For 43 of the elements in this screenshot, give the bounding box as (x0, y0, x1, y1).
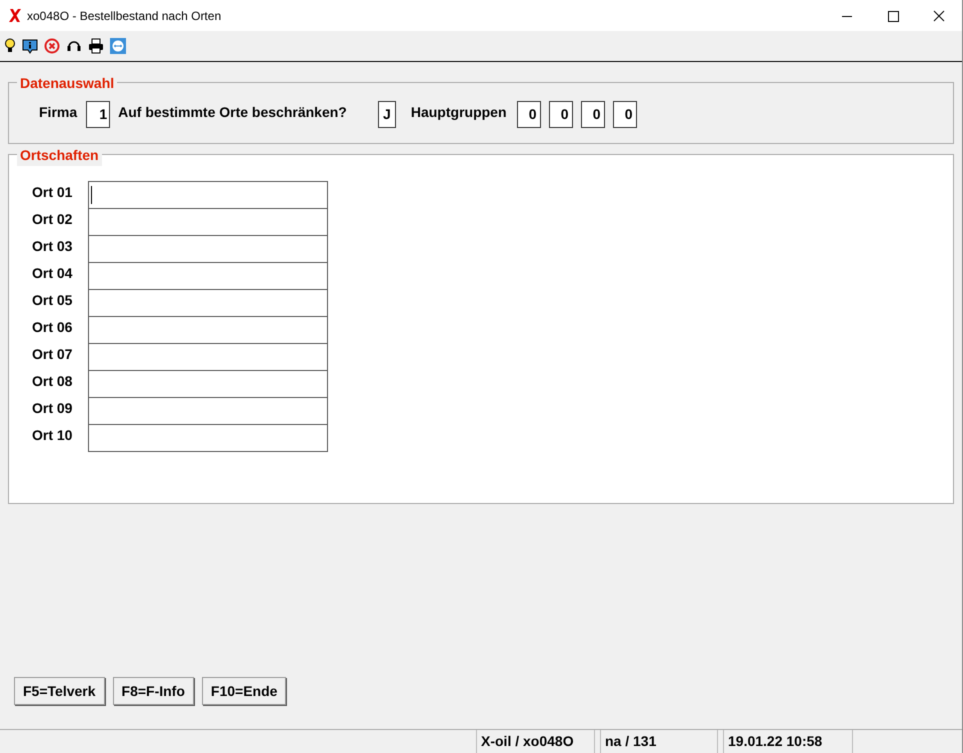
status-field: X-oil / xo048O (476, 730, 595, 753)
input-field[interactable] (88, 208, 328, 236)
input-field[interactable] (88, 235, 328, 263)
status-field: na / 131 (600, 730, 718, 753)
headset-icon[interactable] (66, 38, 82, 54)
status-field: 19.01.22 10:58 (723, 730, 853, 753)
input-field[interactable] (88, 424, 328, 452)
field-label: Ort 06 (32, 318, 74, 337)
input-field[interactable]: 0 (580, 100, 605, 128)
field-label: Ort 09 (32, 399, 74, 418)
printer-icon[interactable] (88, 38, 104, 54)
input-field[interactable] (88, 262, 328, 290)
input-field[interactable]: 1 (86, 100, 110, 128)
field-label: Ort 03 (32, 237, 74, 256)
input-field[interactable] (88, 370, 328, 398)
field-label: Ort 01 (32, 183, 74, 202)
field-label: Ort 02 (32, 210, 74, 229)
field-label: Ort 04 (32, 264, 74, 283)
field-label: Ort 07 (32, 345, 74, 364)
cancel-icon[interactable] (44, 38, 60, 54)
input-field[interactable] (88, 343, 328, 371)
input-field[interactable] (88, 181, 328, 209)
field-label: Firma (39, 102, 78, 122)
input-field[interactable] (88, 397, 328, 425)
field-label: Ort 10 (32, 426, 74, 445)
input-field[interactable] (88, 316, 328, 344)
input-field[interactable]: J (378, 100, 396, 128)
field-label: Ort 08 (32, 372, 74, 391)
field-label: Auf bestimmte Orte beschränken? (118, 102, 347, 122)
input-field[interactable] (88, 289, 328, 317)
input-field[interactable]: 0 (516, 100, 541, 128)
function-key-button[interactable]: F8=F-Info (112, 677, 194, 705)
field-label: Ort 05 (32, 291, 74, 310)
remote-icon[interactable] (110, 38, 126, 54)
app-logo-icon (9, 8, 21, 23)
info-icon[interactable] (22, 38, 38, 54)
input-field[interactable]: 0 (548, 100, 573, 128)
bulb-icon[interactable] (4, 38, 16, 54)
function-key-button[interactable]: F5=Telverk (14, 677, 105, 705)
input-field[interactable]: 0 (612, 100, 637, 128)
field-label: Hauptgruppen (410, 102, 507, 122)
function-key-button[interactable]: F10=Ende (202, 677, 286, 705)
window-title: xo048O - Bestellbestand nach Orten (27, 8, 222, 24)
